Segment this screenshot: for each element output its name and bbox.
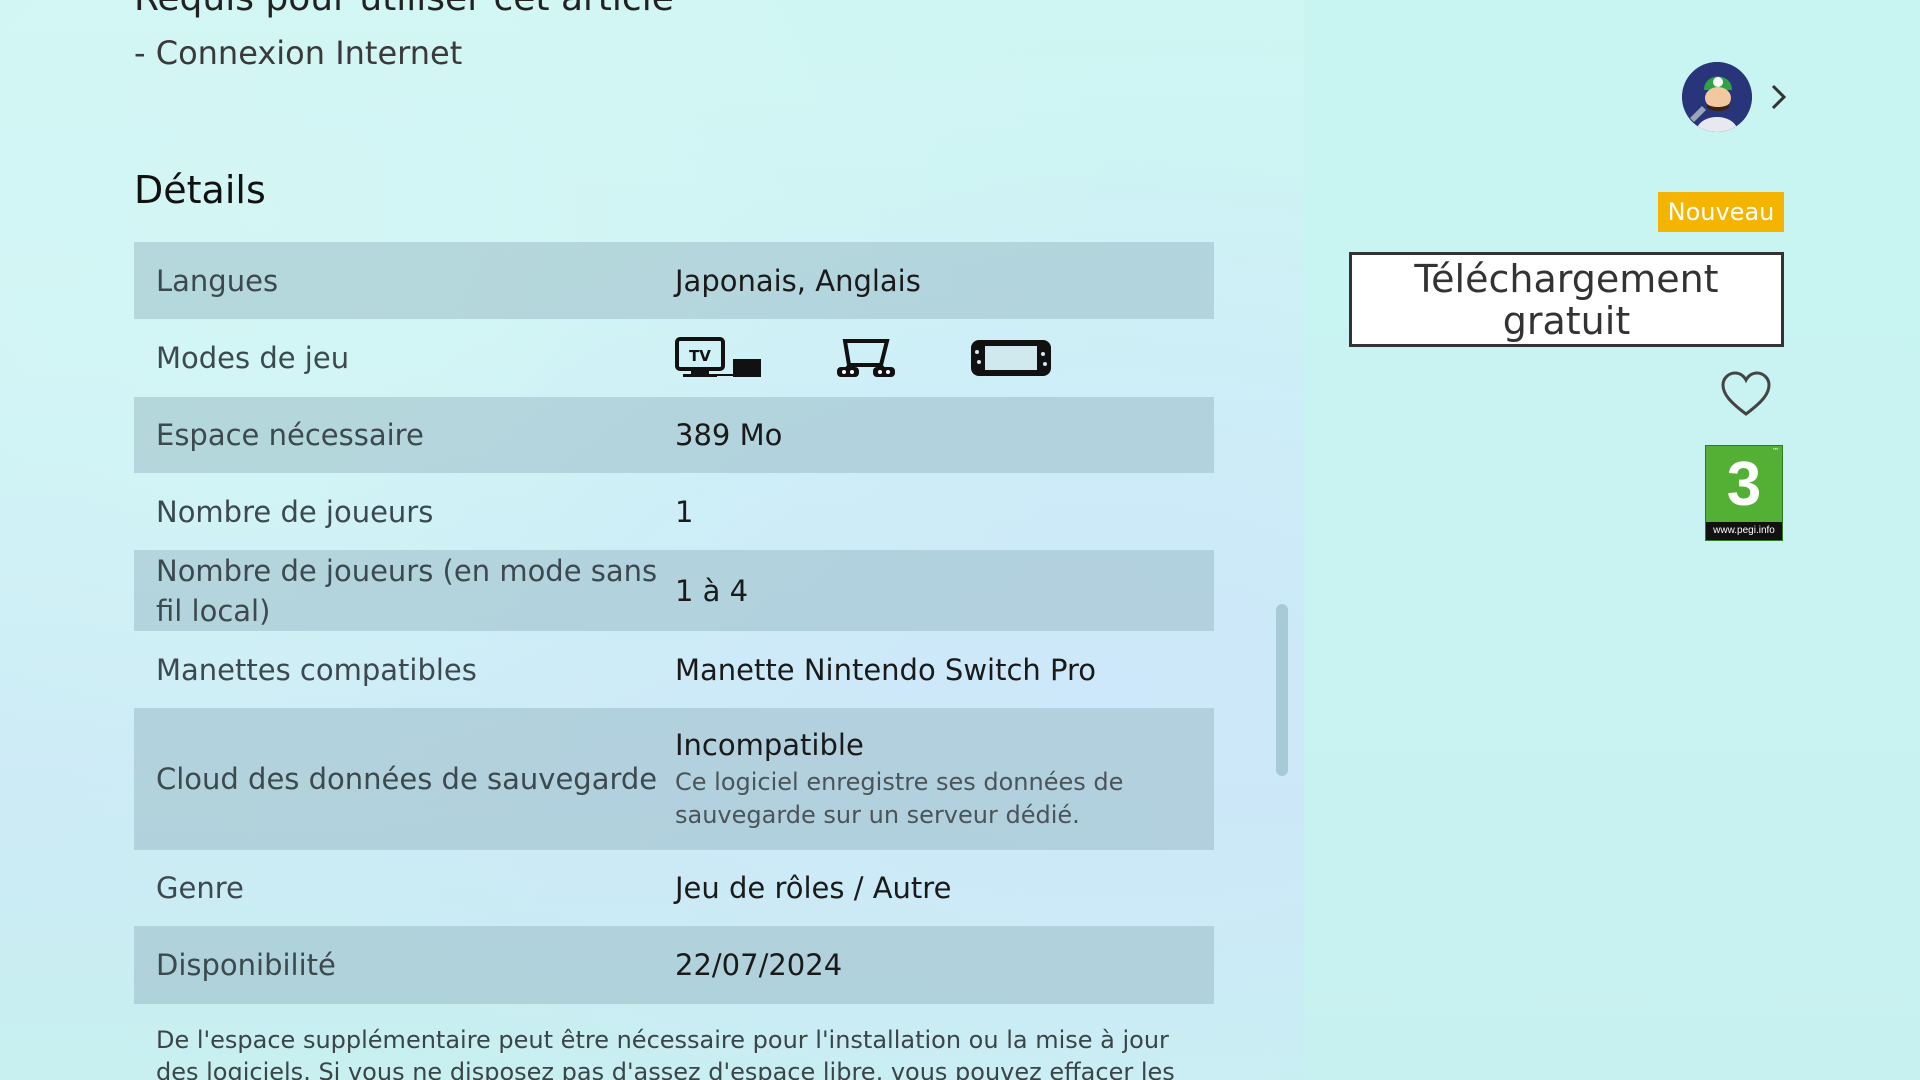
table-row-controllers: Manettes compatibles Manette Nintendo Sw…	[134, 631, 1214, 708]
table-row-space: Espace nécessaire 389 Mo	[134, 397, 1214, 473]
row-value: 22/07/2024	[675, 948, 843, 982]
user-avatar[interactable]	[1682, 62, 1752, 132]
row-value: Japonais, Anglais	[675, 263, 921, 298]
row-label: Espace nécessaire	[156, 418, 424, 452]
pegi-rating-badge: 3 ™ www.pegi.info	[1705, 445, 1783, 541]
handheld-mode-icon	[969, 338, 1053, 378]
row-value: 389 Mo	[675, 418, 783, 452]
chevron-right-icon[interactable]	[1764, 82, 1792, 112]
pegi-tm: ™	[1772, 447, 1779, 455]
details-title: Détails	[134, 168, 266, 212]
pegi-number: 3	[1726, 450, 1762, 519]
new-badge: Nouveau	[1658, 192, 1784, 232]
requirements-title: Requis pour utiliser cet article	[134, 0, 674, 19]
svg-text:TV: TV	[689, 347, 711, 365]
row-label: Nombre de joueurs	[156, 494, 434, 529]
table-row-players: Nombre de joueurs 1	[134, 473, 1214, 550]
row-value: Jeu de rôles / Autre	[675, 871, 952, 905]
row-label: Cloud des données de sauvegarde	[156, 762, 658, 796]
pegi-url: www.pegi.info	[1706, 522, 1782, 540]
cloud-save-note: Ce logiciel enregistre ses données de sa…	[675, 768, 1124, 829]
requirement-item: - Connexion Internet	[134, 34, 463, 72]
play-modes: TV	[675, 337, 1214, 379]
table-row-play-modes: Modes de jeu TV	[134, 319, 1214, 397]
scrollbar[interactable]	[1276, 604, 1288, 776]
row-label: Nombre de joueurs (en mode sans fil loca…	[156, 553, 658, 628]
wishlist-heart-icon[interactable]	[1720, 370, 1772, 418]
storage-footnote: De l'espace supplémentaire peut être néc…	[156, 1026, 1175, 1080]
row-label: Genre	[156, 871, 244, 905]
table-row-genre: Genre Jeu de rôles / Autre	[134, 850, 1214, 926]
details-table: Langues Japonais, Anglais Modes de jeu T…	[134, 242, 1214, 1004]
row-value: Manette Nintendo Switch Pro	[675, 652, 1097, 687]
table-row-languages: Langues Japonais, Anglais	[134, 242, 1214, 319]
details-pane: Requis pour utiliser cet article - Conne…	[0, 0, 1304, 1080]
row-value: 1 à 4	[675, 573, 749, 608]
row-label: Manettes compatibles	[156, 652, 477, 687]
row-label: Disponibilité	[156, 948, 336, 982]
table-row-cloud-save: Cloud des données de sauvegarde Incompat…	[134, 708, 1214, 850]
tabletop-mode-icon	[835, 337, 897, 379]
free-download-button[interactable]: Téléchargement gratuit	[1349, 252, 1784, 347]
sidebar	[1304, 0, 1920, 1080]
cloud-save-status: Incompatible	[675, 728, 864, 762]
tv-mode-icon: TV	[675, 337, 763, 379]
row-label: Langues	[156, 263, 279, 298]
row-value: Incompatible Ce logiciel enregistre ses …	[675, 726, 1214, 832]
row-value: 1	[675, 494, 694, 529]
table-row-availability: Disponibilité 22/07/2024	[134, 926, 1214, 1004]
table-row-players-local: Nombre de joueurs (en mode sans fil loca…	[134, 550, 1214, 631]
row-label: Modes de jeu	[156, 341, 350, 375]
download-button-label: Téléchargement gratuit	[1414, 256, 1719, 343]
